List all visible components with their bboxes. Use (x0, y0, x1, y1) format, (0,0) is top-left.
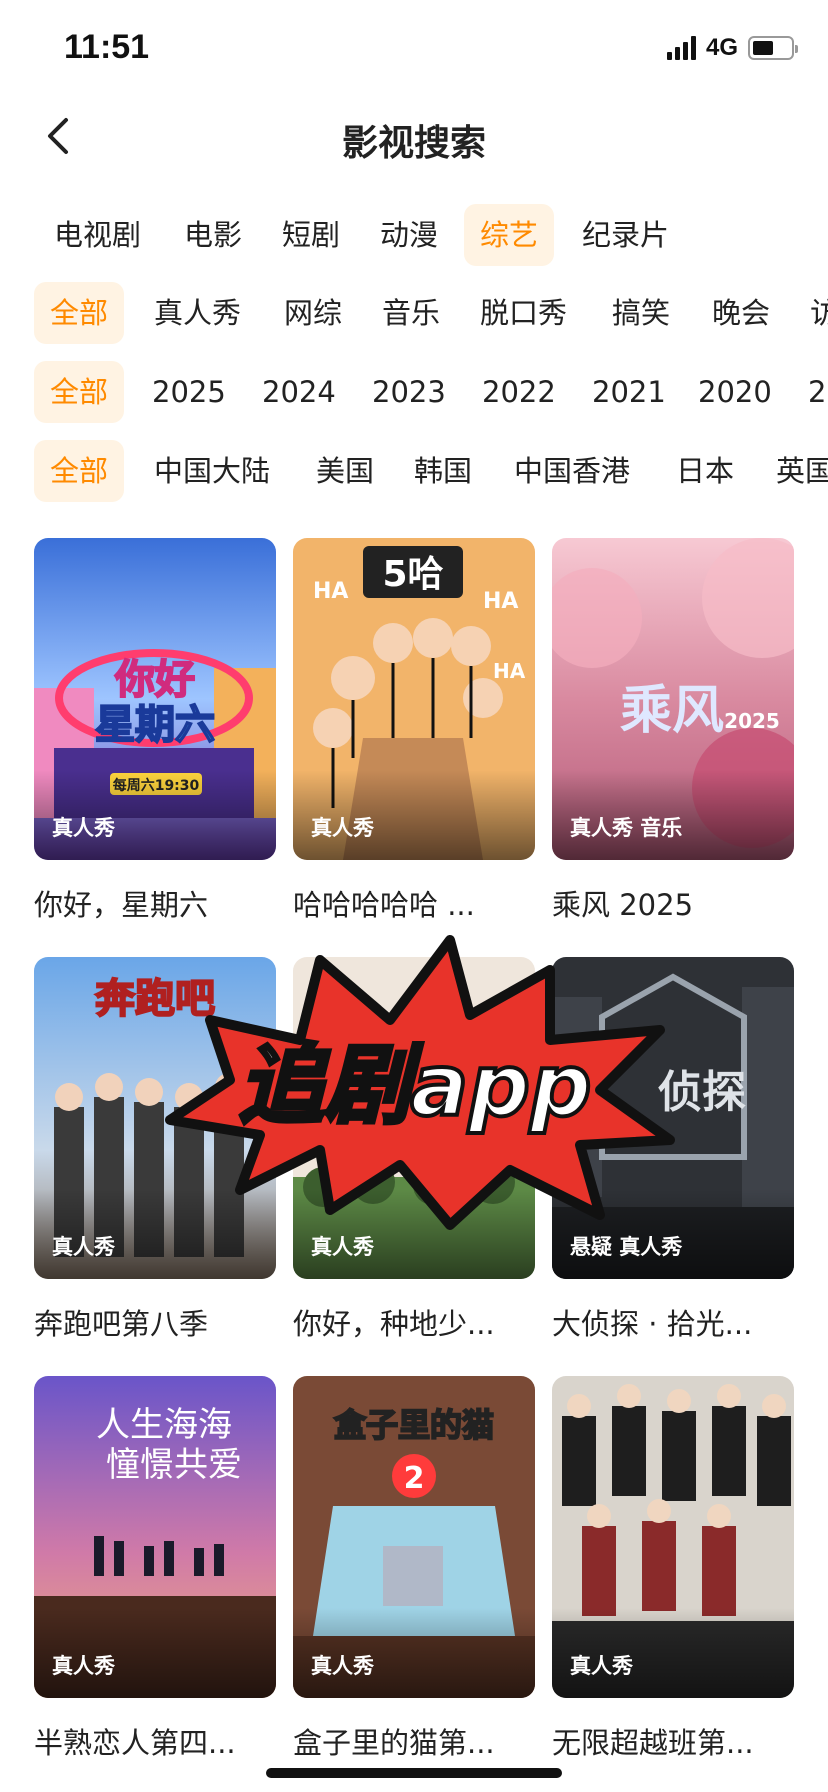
genre-tag: 真人秀 音乐 (570, 816, 683, 840)
genre-reality[interactable]: 真人秀 (138, 282, 257, 344)
page-title: 影视搜索 (341, 123, 486, 164)
show-title: 奔跑吧第八季 (34, 1307, 209, 1341)
genre-all[interactable]: 全部 (34, 282, 125, 344)
status-time: 11:51 (64, 28, 150, 66)
genre-tag: 真人秀 (311, 1235, 374, 1259)
show-title: 你好，星期六 (34, 888, 209, 922)
show-title: 盒子里的猫第... (293, 1726, 495, 1760)
genre-music[interactable]: 音乐 (366, 282, 456, 344)
region-filter: 全部 中国大陆 美国 韩国 中国香港 日本 英国 (0, 440, 828, 504)
show-poster: 人生海海 憧憬共爱 真人秀 (34, 1376, 276, 1698)
show-title: 哈哈哈哈哈 ... (293, 888, 475, 922)
show-poster: 你好 星期六 每周六19:30 真人秀 (34, 538, 276, 860)
region-hong-kong[interactable]: 中国香港 (498, 440, 646, 502)
svg-text:乘风: 乘风 (620, 681, 724, 741)
tab-short-drama[interactable]: 短剧 (266, 204, 356, 266)
show-title: 乘风 2025 (552, 888, 694, 922)
year-filter: 全部 2025 2024 2023 2022 2021 2020 20 (0, 361, 828, 425)
svg-text:憧憬共爱: 憧憬共爱 (106, 1445, 242, 1485)
status-icons: 4G (666, 34, 798, 62)
tab-tv-series[interactable]: 电视剧 (38, 204, 157, 266)
region-mainland-china[interactable]: 中国大陆 (138, 440, 286, 502)
region-korea[interactable]: 韩国 (398, 440, 488, 502)
genre-more[interactable]: 访 (794, 282, 828, 344)
show-poster: 乘风 2025 真人秀 音乐 (552, 538, 794, 860)
battery-icon (748, 36, 798, 60)
year-2022[interactable]: 2022 (466, 361, 572, 423)
year-2024[interactable]: 2024 (246, 361, 352, 423)
genre-tag: 真人秀 (52, 1235, 115, 1259)
region-all[interactable]: 全部 (34, 440, 125, 502)
tab-variety[interactable]: 综艺 (464, 204, 555, 266)
genre-tag: 真人秀 (52, 1654, 115, 1678)
svg-text:2025: 2025 (724, 709, 780, 733)
show-card[interactable]: 真人秀 无限超越班第... (552, 1376, 794, 1762)
show-card[interactable]: 你好 星期六 每周六19:30 真人秀 你好，星期六 (34, 538, 276, 924)
status-bar: 11:51 4G (0, 0, 828, 96)
year-2023[interactable]: 2023 (356, 361, 462, 423)
year-all[interactable]: 全部 (34, 361, 125, 423)
year-more[interactable]: 20 (792, 361, 828, 423)
show-title: 你好，种地少... (293, 1307, 495, 1341)
show-poster: 盒子里的猫 2 真人秀 (293, 1376, 535, 1698)
nav-bar: 影视搜索 (0, 96, 828, 180)
category-tabs: 电视剧 电影 短剧 动漫 综艺 纪录片 (0, 204, 828, 268)
region-usa[interactable]: 美国 (300, 440, 390, 502)
show-card[interactable]: 乘风 2025 真人秀 音乐 乘风 2025 (552, 538, 794, 924)
region-uk[interactable]: 英国 (760, 440, 828, 502)
network-label: 4G (705, 34, 738, 61)
svg-text:盒子里的猫: 盒子里的猫 (334, 1406, 494, 1444)
svg-text:2: 2 (404, 1461, 425, 1496)
tab-anime[interactable]: 动漫 (364, 204, 454, 266)
signal-icon (666, 36, 696, 60)
svg-text:5哈: 5哈 (382, 554, 443, 595)
genre-gala[interactable]: 晚会 (696, 282, 786, 344)
show-card[interactable]: 人生海海 憧憬共爱 真人秀 半熟恋人第四... (34, 1376, 276, 1762)
year-2020[interactable]: 2020 (682, 361, 788, 423)
svg-text:HA: HA (493, 659, 526, 683)
svg-text:你好: 你好 (114, 657, 195, 703)
promo-overlay-badge: 追剧app (150, 930, 680, 1230)
show-poster: HA HA HA 5哈 真人秀 (293, 538, 535, 860)
home-indicator[interactable] (266, 1768, 562, 1778)
svg-text:星期六: 星期六 (95, 702, 215, 748)
region-japan[interactable]: 日本 (660, 440, 750, 502)
show-card[interactable]: 盒子里的猫 2 真人秀 盒子里的猫第... (293, 1376, 535, 1762)
show-title: 半熟恋人第四... (34, 1726, 236, 1760)
genre-talk-show[interactable]: 脱口秀 (464, 282, 583, 344)
tab-movies[interactable]: 电影 (168, 204, 258, 266)
year-2021[interactable]: 2021 (576, 361, 682, 423)
svg-text:HA: HA (313, 579, 348, 604)
genre-tag: 真人秀 (570, 1654, 633, 1678)
tab-documentary[interactable]: 纪录片 (566, 204, 685, 266)
show-title: 无限超越班第... (552, 1726, 754, 1760)
show-card[interactable]: HA HA HA 5哈 真人秀 哈哈哈哈哈 ... (293, 538, 535, 924)
genre-tag: 真人秀 (311, 1654, 374, 1678)
genre-web-variety[interactable]: 网综 (268, 282, 358, 344)
svg-text:人生海海: 人生海海 (96, 1405, 232, 1445)
genre-tag: 悬疑 真人秀 (570, 1235, 683, 1259)
year-2025[interactable]: 2025 (136, 361, 242, 423)
genre-tag: 真人秀 (52, 816, 115, 840)
genre-filter: 全部 真人秀 网综 音乐 脱口秀 搞笑 晚会 访 (0, 282, 828, 346)
show-poster: 真人秀 (552, 1376, 794, 1698)
genre-comedy[interactable]: 搞笑 (596, 282, 686, 344)
genre-tag: 真人秀 (311, 816, 374, 840)
promo-overlay-text: 追剧app (238, 1036, 591, 1136)
svg-text:HA: HA (483, 589, 518, 614)
show-title: 大侦探 · 拾光... (552, 1307, 753, 1341)
